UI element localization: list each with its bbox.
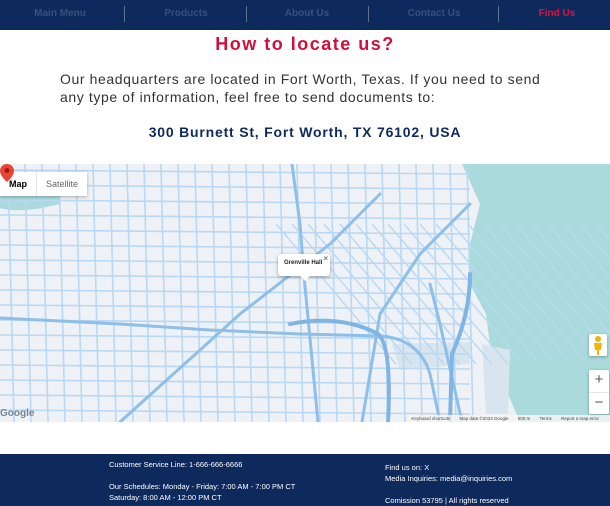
nav-find-us[interactable]: Find Us bbox=[507, 0, 607, 30]
zoom-out-button[interactable]: − bbox=[589, 393, 609, 415]
map-attribution: Keyboard shortcuts Map data ©2024 Google… bbox=[408, 415, 610, 422]
keyboard-shortcuts-link[interactable]: Keyboard shortcuts bbox=[411, 416, 450, 421]
terms-link[interactable]: Terms bbox=[539, 416, 551, 421]
nav-divider bbox=[124, 6, 125, 22]
weekday-schedule: Our Schedules: Monday - Friday: 7:00 AM … bbox=[109, 482, 296, 491]
page-footer: Customer Service Line: 1-666-666-6666 Ou… bbox=[0, 454, 610, 506]
popup-pointer bbox=[300, 276, 310, 281]
top-navigation: Main Menu Products About Us Contact Us F… bbox=[0, 0, 610, 30]
map-scale[interactable]: 500 m bbox=[518, 416, 531, 421]
marker-label: Grenville Hall bbox=[284, 260, 323, 266]
nav-products[interactable]: Products bbox=[136, 0, 236, 30]
report-error-link[interactable]: Report a map error bbox=[561, 416, 599, 421]
social-link[interactable]: Find us on: X bbox=[385, 463, 429, 472]
commission-notice: Comission 53795 | All rights reserved bbox=[385, 496, 509, 505]
customer-service-line: Customer Service Line: 1-666-666-6666 bbox=[109, 460, 243, 469]
nav-divider bbox=[368, 6, 369, 22]
close-icon[interactable]: × bbox=[323, 254, 328, 263]
zoom-in-button[interactable]: + bbox=[589, 370, 609, 393]
headquarters-address: 300 Burnett St, Fort Worth, TX 76102, US… bbox=[148, 124, 462, 140]
map-canvas bbox=[0, 164, 610, 422]
nav-divider bbox=[498, 6, 499, 22]
nav-contact-us[interactable]: Contact Us bbox=[384, 0, 484, 30]
nav-about-us[interactable]: About Us bbox=[257, 0, 357, 30]
location-pin-icon[interactable] bbox=[0, 164, 14, 182]
street-view-pegman-icon[interactable] bbox=[589, 334, 607, 356]
map-data-credit: Map data ©2024 Google bbox=[459, 416, 509, 421]
nav-divider bbox=[246, 6, 247, 22]
nav-main-menu[interactable]: Main Menu bbox=[10, 0, 110, 30]
saturday-schedule: Saturday: 8:00 AM - 12:00 PM CT bbox=[109, 493, 222, 502]
embedded-map[interactable]: Map Satellite Grenville Hall × + − Googl… bbox=[0, 164, 610, 422]
map-type-satellite-button[interactable]: Satellite bbox=[37, 172, 87, 196]
page-title: How to locate us? bbox=[215, 34, 395, 54]
google-logo: Google bbox=[0, 408, 35, 419]
intro-text: Our headquarters are located in Fort Wor… bbox=[60, 71, 541, 105]
marker-info-popup: Grenville Hall × bbox=[278, 254, 330, 281]
media-inquiries-email[interactable]: Media Inquiries: media@inquiries.com bbox=[385, 474, 512, 483]
zoom-control: + − bbox=[589, 370, 609, 414]
